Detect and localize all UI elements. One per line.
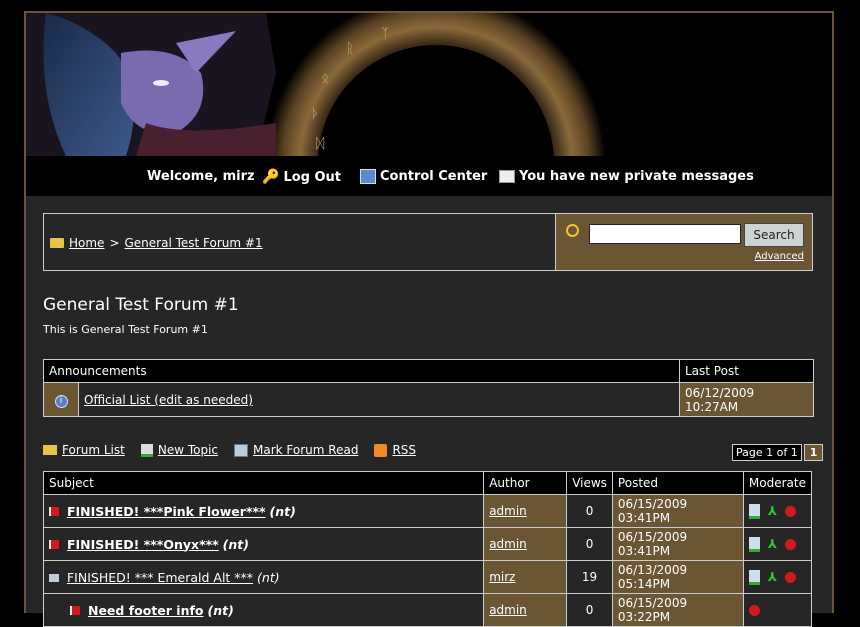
thread-suffix: (nt) <box>207 602 234 618</box>
svg-text:ᛞ: ᛞ <box>316 136 325 152</box>
forum-tools: Forum List New Topic Mark Forum Read RSS <box>43 443 416 457</box>
delete-icon[interactable] <box>785 538 797 550</box>
flag-icon <box>49 539 59 549</box>
flag-icon <box>70 605 80 615</box>
views-count: 0 <box>566 527 613 561</box>
mark-read-icon <box>234 443 249 457</box>
views-count: 19 <box>566 560 613 594</box>
posted-date: 06/15/2009 03:22PM <box>611 593 744 627</box>
edit-icon[interactable] <box>748 569 760 585</box>
logout-label: Log Out <box>283 169 342 185</box>
edit-icon[interactable] <box>748 536 760 552</box>
table-row: FINISHED! ***Pink Flower*** (nt) admin 0… <box>42 494 813 528</box>
views-header: Views <box>566 471 613 495</box>
moderate-header: Moderate <box>742 471 813 495</box>
delete-icon[interactable] <box>748 604 760 616</box>
svg-text:ᛉ: ᛉ <box>381 26 389 42</box>
page-number-button[interactable]: 1 <box>803 444 824 461</box>
split-icon[interactable]: ⅄ <box>768 537 777 551</box>
breadcrumb-forum-link[interactable]: General Test Forum #1 <box>125 236 263 250</box>
info-icon: i <box>54 394 68 408</box>
private-messages-label: You have new private messages <box>519 169 754 184</box>
author-header: Author <box>483 471 568 495</box>
posted-date: 06/15/2009 03:41PM <box>611 527 744 561</box>
breadcrumb-home-link[interactable]: Home <box>69 236 104 250</box>
table-row: FINISHED! ***Onyx*** (nt) admin 0 06/15/… <box>42 527 813 561</box>
author-link[interactable]: admin <box>489 504 527 518</box>
breadcrumb-panel: Home > General Test Forum #1 <box>43 213 555 271</box>
search-icon <box>566 224 579 237</box>
message-icon <box>49 573 59 582</box>
thread-suffix: (nt) <box>269 503 296 519</box>
control-center-icon <box>360 169 376 184</box>
thread-link[interactable]: FINISHED! ***Onyx*** <box>67 537 219 552</box>
author-link[interactable]: mirz <box>489 570 515 584</box>
control-center-link[interactable]: Control Center <box>360 169 487 184</box>
breadcrumb-separator: > <box>109 236 120 250</box>
views-count: 0 <box>566 494 613 528</box>
search-panel: Search Advanced <box>555 213 813 271</box>
logout-link[interactable]: 🔑 Log Out <box>262 169 341 185</box>
page-frame: ᛟ ᚱ ᛉ ᚦᛞ Welcome, mirz 🔑 Log Out Control C… <box>24 11 834 627</box>
page-count-label: Page 1 of 1 <box>732 444 802 461</box>
svg-text:ᛟ: ᛟ <box>321 71 329 87</box>
thread-suffix: (nt) <box>257 569 280 585</box>
flag-icon <box>49 506 59 516</box>
posted-date: 06/13/2009 05:14PM <box>611 560 744 594</box>
svg-text:ᚱ: ᚱ <box>346 41 354 57</box>
thread-link[interactable]: FINISHED! *** Emerald Alt *** <box>67 570 253 585</box>
thread-link[interactable]: FINISHED! ***Pink Flower*** <box>67 504 266 519</box>
delete-icon[interactable] <box>785 505 797 517</box>
search-button[interactable]: Search <box>744 223 804 247</box>
announcements-header: Announcements <box>43 359 680 383</box>
top-nav-bar: Welcome, mirz 🔑 Log Out Control Center Y… <box>26 156 832 196</box>
last-post-header: Last Post <box>679 359 814 383</box>
thread-suffix: (nt) <box>222 536 249 552</box>
subject-header: Subject <box>42 471 485 495</box>
table-row: FINISHED! *** Emerald Alt *** (nt) mirz … <box>42 560 813 594</box>
folder-icon <box>43 445 57 455</box>
split-icon[interactable]: ⅄ <box>768 504 777 518</box>
table-row: Need footer info (nt) admin 0 06/15/2009… <box>42 593 813 627</box>
control-center-label: Control Center <box>380 169 488 184</box>
forum-list-link[interactable]: Forum List <box>62 443 125 457</box>
page-title: General Test Forum #1 <box>43 295 239 315</box>
header-banner: ᛟ ᚱ ᛉ ᚦᛞ <box>26 13 832 156</box>
message-icon <box>499 170 515 183</box>
views-count: 0 <box>566 593 613 627</box>
pagination: Page 1 of 1 1 <box>732 444 824 461</box>
announcement-link[interactable]: Official List (edit as needed) <box>84 393 253 407</box>
threads-table: Subject Author Views Posted Moderate FIN… <box>42 471 813 627</box>
welcome-text: Welcome, mirz <box>147 169 255 184</box>
thread-link[interactable]: Need footer info <box>88 603 204 618</box>
key-icon: 🔑 <box>262 169 280 185</box>
banner-artwork: ᛟ ᚱ ᛉ ᚦᛞ <box>26 13 832 156</box>
new-topic-icon <box>140 443 153 457</box>
mark-forum-read-link[interactable]: Mark Forum Read <box>253 443 358 457</box>
rss-link[interactable]: RSS <box>392 443 416 457</box>
private-messages-link[interactable]: You have new private messages <box>499 169 754 184</box>
announcement-last-post: 06/12/2009 10:27AM <box>679 382 814 417</box>
announcements-table: Announcements Last Post i Official List … <box>43 359 814 417</box>
forum-description: This is General Test Forum #1 <box>43 323 208 336</box>
svg-text:ᚦ: ᚦ <box>311 106 319 122</box>
new-topic-link[interactable]: New Topic <box>158 443 218 457</box>
edit-icon[interactable] <box>748 503 760 519</box>
author-link[interactable]: admin <box>489 603 527 617</box>
author-link[interactable]: admin <box>489 537 527 551</box>
posted-date: 06/15/2009 03:41PM <box>611 494 744 528</box>
split-icon[interactable]: ⅄ <box>768 570 777 584</box>
folder-icon <box>50 238 64 248</box>
rss-icon <box>374 443 388 457</box>
breadcrumb: Home > General Test Forum #1 <box>50 236 263 250</box>
advanced-search-link[interactable]: Advanced <box>755 251 804 262</box>
delete-icon[interactable] <box>785 571 797 583</box>
search-input[interactable] <box>589 224 741 244</box>
posted-header: Posted <box>611 471 744 495</box>
announcement-row: i Official List (edit as needed) 06/12/2… <box>43 382 814 417</box>
